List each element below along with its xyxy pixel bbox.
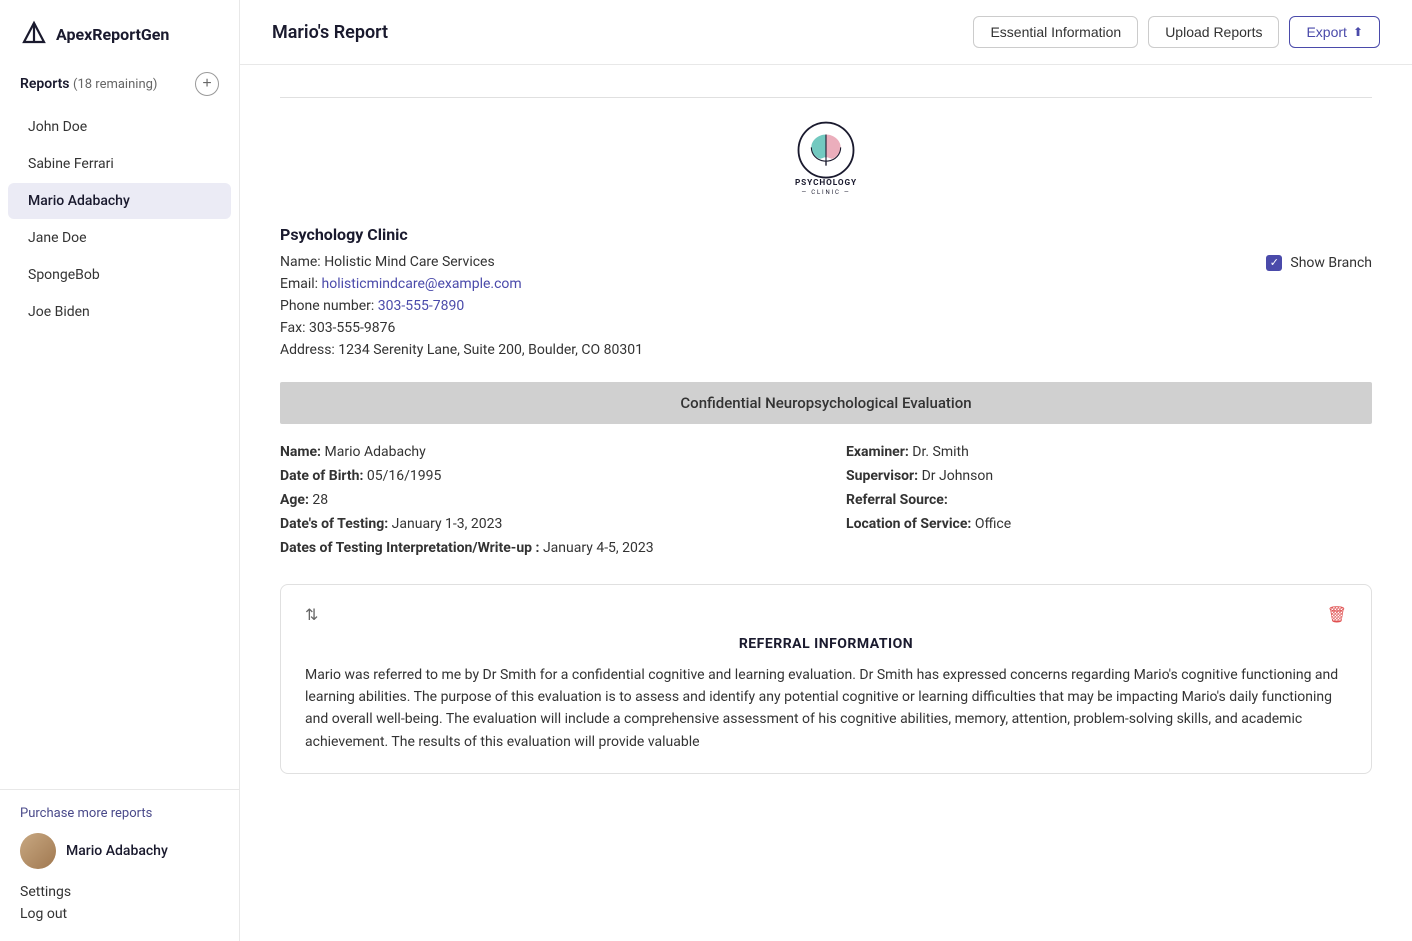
clinic-phone-link[interactable]: 303-555-7890	[378, 298, 464, 314]
topbar: Mario's Report Essential Information Upl…	[240, 0, 1412, 65]
patient-name-label: Name:	[280, 444, 321, 460]
svg-text:— CLINIC —: — CLINIC —	[802, 189, 851, 196]
age-value: 28	[312, 492, 328, 508]
sidebar-item-john-doe[interactable]: John Doe	[8, 109, 231, 145]
clinic-name-value: Holistic Mind Care Services	[324, 254, 495, 270]
evaluation-header: Confidential Neuropsychological Evaluati…	[280, 382, 1372, 424]
referral-source-field: Referral Source:	[846, 492, 1372, 508]
clinic-email-label: Email:	[280, 276, 318, 292]
clinic-info-block: Psychology Clinic Show Branch Name: Holi…	[280, 225, 1372, 358]
clinic-section-title: Psychology Clinic	[280, 225, 1372, 244]
location-field: Location of Service: Office	[846, 516, 1372, 532]
avatar-image	[20, 833, 56, 869]
clinic-phone-label: Phone number:	[280, 298, 374, 314]
dob-value: 05/16/1995	[367, 468, 442, 484]
clinic-fax-value: 303-555-9876	[309, 320, 395, 336]
show-branch-area: Show Branch	[1266, 255, 1372, 271]
top-divider	[280, 97, 1372, 98]
sort-icon[interactable]: ⇅	[305, 605, 318, 624]
user-display-name: Mario Adabachy	[66, 843, 168, 859]
sidebar-item-mario-adabachy[interactable]: Mario Adabachy	[8, 183, 231, 219]
clinic-fax-label: Fax:	[280, 320, 305, 336]
examiner-value: Dr. Smith	[912, 444, 969, 460]
topbar-actions: Essential Information Upload Reports Exp…	[973, 16, 1380, 48]
clinic-address-field: Address: 1234 Serenity Lane, Suite 200, …	[280, 342, 1372, 358]
clinic-address-label: Address:	[280, 342, 335, 358]
dob-field: Date of Birth: 05/16/1995	[280, 468, 806, 484]
clinic-email-field: Email: holisticmindcare@example.com	[280, 276, 1372, 292]
logo-icon	[20, 20, 48, 48]
interp-dates-field: Dates of Testing Interpretation/Write-up…	[280, 540, 1372, 556]
avatar	[20, 833, 56, 869]
clinic-logo-area: PSYCHOLOGY — CLINIC —	[280, 118, 1372, 201]
user-row: Mario Adabachy	[20, 833, 219, 869]
referral-section-title: REFERRAL INFORMATION	[305, 636, 1347, 652]
age-field: Age: 28	[280, 492, 806, 508]
sidebar-item-sabine-ferrari[interactable]: Sabine Ferrari	[8, 146, 231, 182]
reports-list: John Doe Sabine Ferrari Mario Adabachy J…	[0, 100, 239, 789]
supervisor-value: Dr Johnson	[922, 468, 994, 484]
card-toolbar: ⇅ 🗑	[305, 605, 1347, 624]
delete-icon[interactable]: 🗑	[1327, 605, 1347, 624]
purchase-reports-link[interactable]: Purchase more reports	[20, 806, 219, 821]
sidebar-item-spongebob[interactable]: SpongeBob	[8, 257, 231, 293]
patient-name-value: Mario Adabachy	[325, 444, 426, 460]
location-value: Office	[975, 516, 1011, 532]
supervisor-field: Supervisor: Dr Johnson	[846, 468, 1372, 484]
essential-information-button[interactable]: Essential Information	[973, 16, 1138, 48]
logout-link[interactable]: Log out	[20, 903, 219, 925]
show-branch-checkbox[interactable]	[1266, 255, 1282, 271]
examiner-label: Examiner:	[846, 444, 909, 460]
export-button[interactable]: Export ⬆	[1289, 16, 1380, 48]
age-label: Age:	[280, 492, 309, 508]
testing-dates-value: January 1-3, 2023	[392, 516, 503, 532]
clinic-logo-svg: PSYCHOLOGY — CLINIC —	[771, 118, 881, 201]
content-area: PSYCHOLOGY — CLINIC — Psychology Clinic …	[240, 65, 1412, 941]
clinic-phone-field: Phone number: 303-555-7890	[280, 298, 1372, 314]
referral-section-card: ⇅ 🗑 REFERRAL INFORMATION Mario was refer…	[280, 584, 1372, 775]
dob-label: Date of Birth:	[280, 468, 363, 484]
svg-text:PSYCHOLOGY: PSYCHOLOGY	[795, 178, 857, 188]
add-report-button[interactable]: +	[195, 72, 219, 96]
referral-source-label: Referral Source:	[846, 492, 948, 508]
clinic-name-label: Name:	[280, 254, 321, 270]
export-icon: ⬆	[1353, 25, 1363, 39]
reports-count: (18 remaining)	[73, 77, 157, 92]
interp-dates-label: Dates of Testing Interpretation/Write-up…	[280, 540, 539, 556]
clinic-address-value: 1234 Serenity Lane, Suite 200, Boulder, …	[338, 342, 643, 358]
sidebar-item-jane-doe[interactable]: Jane Doe	[8, 220, 231, 256]
upload-reports-button[interactable]: Upload Reports	[1148, 16, 1279, 48]
supervisor-label: Supervisor:	[846, 468, 918, 484]
interp-dates-value: January 4-5, 2023	[543, 540, 654, 556]
referral-section-body: Mario was referred to me by Dr Smith for…	[305, 664, 1347, 754]
patient-name-field: Name: Mario Adabachy	[280, 444, 806, 460]
patient-info-grid: Name: Mario Adabachy Examiner: Dr. Smith…	[280, 444, 1372, 556]
location-label: Location of Service:	[846, 516, 971, 532]
reports-section-title: Reports	[20, 76, 70, 92]
show-branch-label: Show Branch	[1290, 255, 1372, 271]
testing-dates-field: Date's of Testing: January 1-3, 2023	[280, 516, 806, 532]
clinic-name-field: Name: Holistic Mind Care Services	[280, 254, 1372, 270]
main-content: Mario's Report Essential Information Upl…	[240, 0, 1412, 941]
sidebar-bottom: Purchase more reports Mario Adabachy Set…	[0, 789, 239, 941]
app-logo: ApexReportGen	[0, 0, 239, 64]
export-label: Export	[1306, 24, 1346, 40]
sidebar-item-joe-biden[interactable]: Joe Biden	[8, 294, 231, 330]
settings-link[interactable]: Settings	[20, 881, 219, 903]
report-title: Mario's Report	[272, 22, 388, 43]
app-name: ApexReportGen	[56, 25, 169, 44]
reports-section-header: Reports (18 remaining) +	[0, 64, 239, 100]
testing-dates-label: Date's of Testing:	[280, 516, 388, 532]
clinic-email-link[interactable]: holisticmindcare@example.com	[322, 276, 522, 292]
clinic-fax-field: Fax: 303-555-9876	[280, 320, 1372, 336]
sidebar: ApexReportGen Reports (18 remaining) + J…	[0, 0, 240, 941]
examiner-field: Examiner: Dr. Smith	[846, 444, 1372, 460]
